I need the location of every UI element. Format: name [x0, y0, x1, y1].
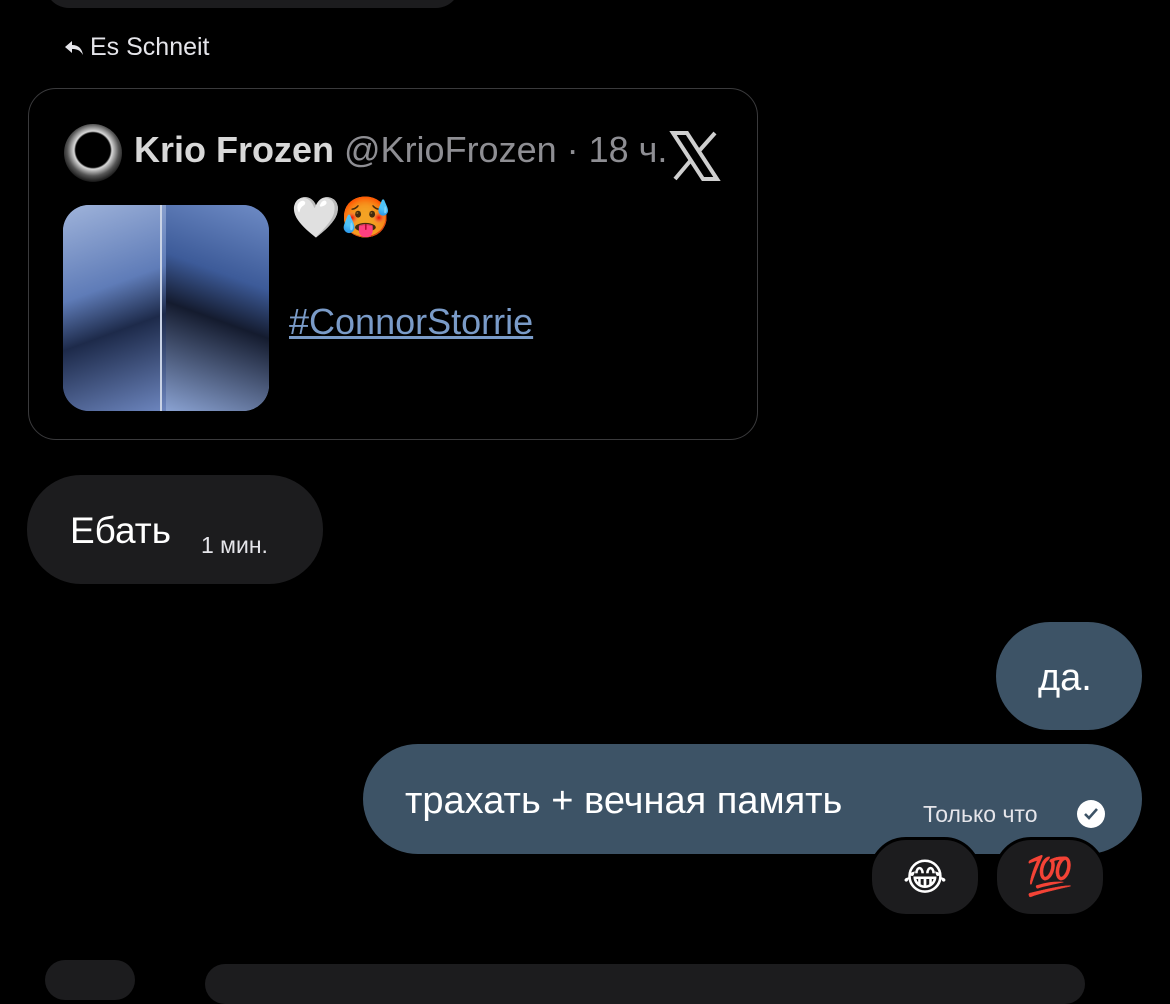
previous-message-bubble[interactable] — [45, 0, 460, 8]
tweet-emoji-text: 🤍🥵 — [291, 196, 391, 240]
incoming-message-time: 1 мин. — [201, 532, 268, 558]
outgoing-message-text: трахать + вечная память — [405, 780, 843, 822]
outgoing-message-time: Только что — [923, 801, 1038, 827]
reply-label: Es Schneit — [90, 33, 210, 61]
incoming-message-text: Ебать — [70, 510, 172, 551]
tweet-header: Krio Frozen @KrioFrozen · 18 ч. — [134, 129, 667, 171]
reply-header: Es Schneit — [64, 33, 210, 62]
shared-tweet-card[interactable]: Krio Frozen @KrioFrozen · 18 ч. 🤍🥵 #Conno… — [28, 88, 758, 440]
outgoing-message-bubble[interactable]: да. — [996, 622, 1142, 730]
incoming-message-bubble[interactable]: Ебать 1 мин. — [27, 475, 323, 584]
reaction-hundred[interactable]: 💯 — [994, 837, 1106, 917]
read-check-icon — [1077, 800, 1105, 828]
outgoing-message-text: да. — [1038, 657, 1092, 699]
next-item-peek — [205, 964, 1085, 1004]
reply-arrow-icon — [64, 39, 84, 57]
next-item-peek — [45, 960, 135, 1000]
tweet-avatar[interactable] — [64, 124, 122, 182]
tweet-author-name: Krio Frozen — [134, 129, 335, 170]
reaction-laughing[interactable]: 😂 — [869, 837, 981, 917]
tweet-media-thumbnail[interactable] — [63, 205, 269, 411]
tweet-hashtag-link[interactable]: #ConnorStorrie — [289, 301, 533, 343]
x-logo-icon — [669, 131, 721, 181]
tweet-handle-time: @KrioFrozen · 18 ч. — [344, 129, 668, 170]
